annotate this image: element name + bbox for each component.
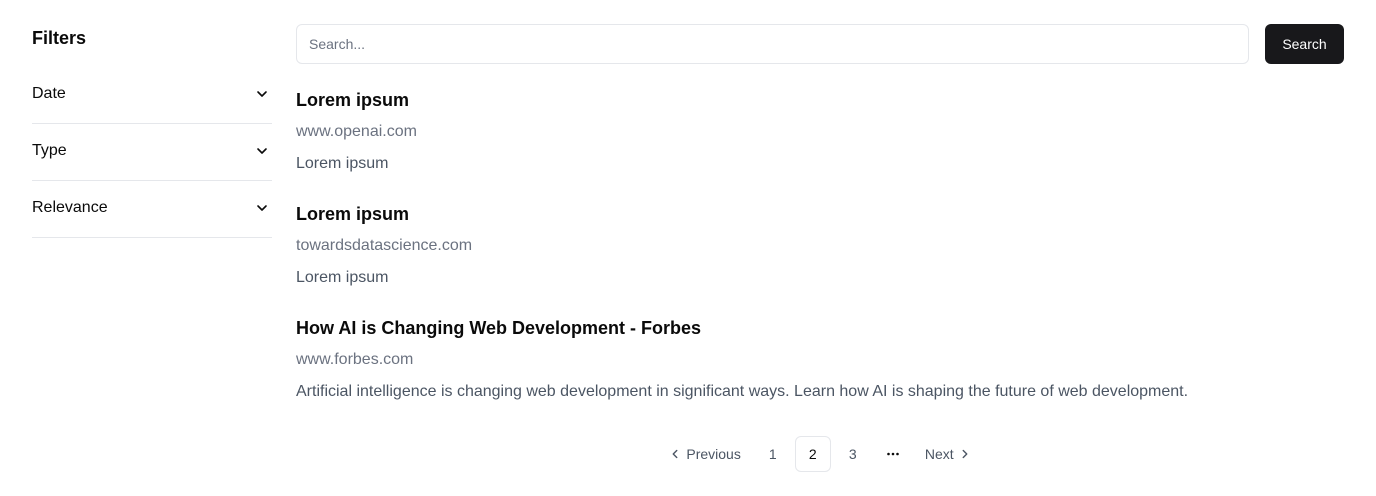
chevron-left-icon [672, 449, 678, 459]
result-url: www.forbes.com [296, 351, 414, 368]
chevron-down-icon [254, 143, 270, 159]
chevron-down-icon [254, 200, 270, 216]
filter-label: Relevance [32, 199, 108, 216]
filter-label: Type [32, 142, 67, 159]
chevron-right-icon [962, 449, 968, 459]
previous-label: Previous [686, 446, 741, 462]
result-item: Lorem ipsum www.openai.com Lorem ipsum [296, 86, 1344, 202]
filters-title: Filters [32, 28, 87, 48]
next-label: Next [924, 446, 954, 462]
result-title-link[interactable]: Lorem ipsum [296, 86, 1344, 114]
filters-sidebar: Filters Date Type Relevance [32, 24, 272, 238]
page-3-button[interactable]: 3 [835, 436, 871, 472]
search-button[interactable]: Search [1265, 24, 1344, 64]
next-page-button[interactable]: Next [915, 436, 982, 472]
page-2-button[interactable]: 2 [794, 436, 831, 472]
filter-relevance-toggle[interactable]: Relevance [32, 181, 272, 238]
chevron-down-icon [254, 86, 270, 102]
page-1-button[interactable]: 1 [755, 436, 791, 472]
search-bar: Search [296, 24, 1344, 64]
filter-type-toggle[interactable]: Type [32, 124, 272, 181]
filter-list: Date Type Relevance [32, 67, 272, 238]
result-url: www.openai.com [296, 123, 417, 140]
search-input[interactable] [296, 24, 1249, 64]
pagination: Previous 1 2 3 Next [296, 436, 1344, 472]
result-snippet: Lorem ipsum [296, 269, 389, 286]
filter-date-toggle[interactable]: Date [32, 67, 272, 124]
result-snippet: Lorem ipsum [296, 155, 389, 172]
result-title-link[interactable]: Lorem ipsum [296, 200, 1344, 228]
result-title-link[interactable]: How AI is Changing Web Development - For… [296, 314, 1344, 342]
result-url: towardsdatascience.com [296, 237, 473, 254]
results-list: Lorem ipsum www.openai.com Lorem ipsum L… [296, 86, 1344, 430]
result-item: Lorem ipsum towardsdatascience.com Lorem… [296, 200, 1344, 316]
result-item: How AI is Changing Web Development - For… [296, 314, 1344, 430]
result-snippet: Artificial intelligence is changing web … [296, 383, 1189, 400]
previous-page-button[interactable]: Previous [658, 436, 750, 472]
search-main: Search Lorem ipsum www.openai.com Lorem … [296, 24, 1344, 472]
filter-label: Date [32, 85, 66, 102]
more-pages-icon [875, 436, 911, 472]
